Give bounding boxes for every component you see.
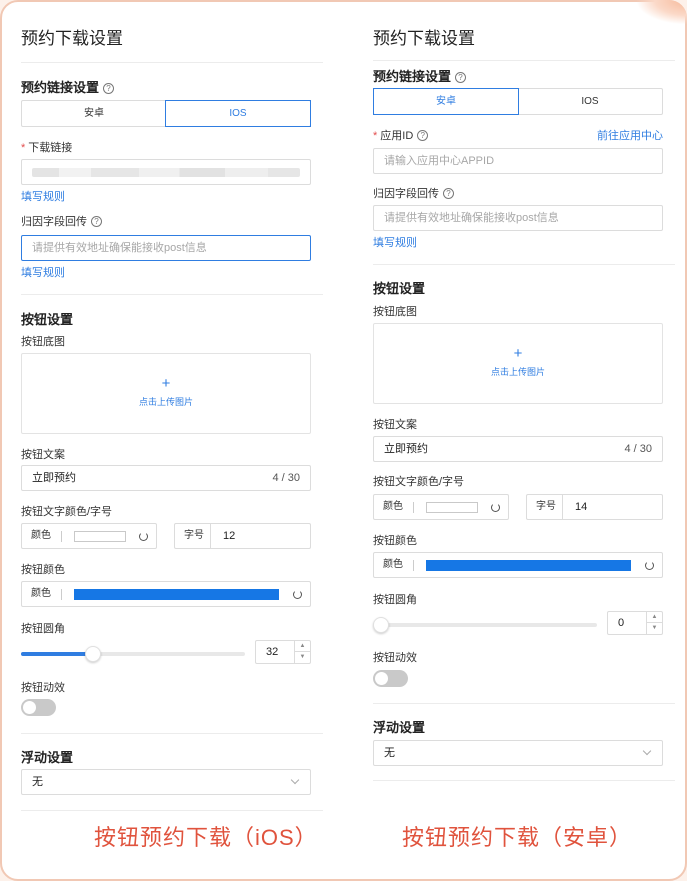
button-text-input[interactable]: 立即预约 4 / 30 [21,465,311,491]
color-swatch [74,531,126,542]
animation-label: 按钮动效 [373,652,417,664]
button-settings-heading: 按钮设置 [373,281,426,296]
radius-slider[interactable] [21,646,245,662]
radius-stepper[interactable]: 0 ▲ ▼ [607,611,663,635]
android-caption: 按钮预约下载（安卓） [402,825,633,850]
reset-icon[interactable] [293,590,302,599]
reset-icon[interactable] [645,561,654,570]
radius-label: 按钮圆角 [21,623,65,635]
radius-stepper[interactable]: 32 ▲ ▼ [255,640,311,664]
divider [373,780,675,781]
ios-caption: 按钮预约下载（iOS） [94,825,318,850]
button-color-picker[interactable]: 颜色 [21,581,311,607]
char-counter: 4 / 30 [624,443,652,455]
fill-rules-link[interactable]: 填写规则 [21,188,65,204]
help-icon[interactable]: ? [91,216,102,227]
divider [373,703,675,704]
attribution-label: 归因字段回传? [21,213,102,229]
button-bg-label: 按钮底图 [373,306,417,318]
float-settings-heading: 浮动设置 [373,720,426,735]
fill-rules-link[interactable]: 填写规则 [373,234,417,250]
help-icon[interactable]: ? [443,188,454,199]
slider-thumb[interactable] [373,617,389,633]
help-icon[interactable]: ? [103,83,115,94]
tab-ios[interactable]: IOS [165,100,311,127]
font-color-picker[interactable]: 颜色 [21,523,157,549]
button-color-label: 按钮颜色 [373,535,417,547]
button-text-label: 按钮文案 [373,419,417,431]
chevron-down-icon [642,746,652,756]
radius-slider[interactable] [373,617,597,633]
app-center-link[interactable]: 前往应用中心 [597,127,663,143]
chevron-down-icon [290,775,300,785]
help-icon[interactable]: ? [455,72,467,83]
radius-label: 按钮圆角 [373,594,417,606]
button-bg-label: 按钮底图 [21,336,65,348]
float-settings-heading: 浮动设置 [21,750,74,765]
link-settings-heading: 预约链接设置? [373,66,467,85]
app-id-input[interactable]: 请输入应用中心APPID [373,148,663,174]
panel-title: 预约下载设置 [373,29,475,48]
panel-title: 预约下载设置 [21,29,123,48]
font-color-size-label: 按钮文字颜色/字号 [21,506,113,518]
font-size-input[interactable]: 字号 14 [526,494,663,520]
attribution-input[interactable]: 请提供有效地址确保能接收post信息 [21,235,311,261]
float-select[interactable]: 无 [21,769,311,795]
required-mark: * [21,142,26,154]
button-color-picker[interactable]: 颜色 [373,552,663,578]
platform-tabs: 安卓 IOS [21,100,311,127]
platform-tabs: 安卓 IOS [373,88,663,115]
slider-thumb[interactable] [84,646,101,662]
step-up-icon[interactable]: ▲ [295,641,310,652]
button-settings-heading: 按钮设置 [21,312,74,327]
button-color-label: 按钮颜色 [21,564,65,576]
upload-area[interactable]: + 点击上传图片 [21,353,311,434]
button-text-label: 按钮文案 [21,449,65,461]
corner-decoration [637,0,687,24]
upload-text: 点击上传图片 [138,397,193,407]
tab-android[interactable]: 安卓 [22,101,166,126]
tab-android[interactable]: 安卓 [373,88,519,115]
color-swatch [74,589,279,600]
color-swatch [426,502,478,513]
animation-toggle[interactable] [21,699,56,716]
font-color-picker[interactable]: 颜色 [373,494,509,520]
step-down-icon[interactable]: ▼ [647,623,662,634]
font-size-input[interactable]: 字号 12 [174,523,311,549]
app-id-label: * 应用ID? [373,127,429,143]
help-icon[interactable]: ? [417,130,429,141]
slider-fill [21,652,93,656]
divider [373,264,675,265]
download-link-label: * 下载链接 [21,142,73,154]
reset-icon[interactable] [139,532,148,541]
required-mark: * [373,130,378,142]
divider [21,294,323,295]
divider [373,60,675,61]
divider [21,62,323,63]
link-settings-heading: 预约链接设置? [21,77,115,96]
step-down-icon[interactable]: ▼ [295,652,310,663]
color-swatch [426,560,631,571]
char-counter: 4 / 30 [272,472,300,484]
plus-icon: + [161,375,171,392]
divider [21,733,323,734]
attribution-input[interactable]: 请提供有效地址确保能接收post信息 [373,205,663,231]
upload-area[interactable]: + 点击上传图片 [373,323,663,404]
animation-toggle[interactable] [373,670,408,687]
divider [21,810,323,811]
float-select[interactable]: 无 [373,740,663,766]
attribution-label: 归因字段回传? [373,185,454,201]
step-up-icon[interactable]: ▲ [647,612,662,623]
fill-rules-link[interactable]: 填写规则 [21,264,65,280]
upload-text: 点击上传图片 [490,367,545,377]
reset-icon[interactable] [491,503,500,512]
animation-label: 按钮动效 [21,682,65,694]
font-color-size-label: 按钮文字颜色/字号 [373,476,465,488]
tab-ios[interactable]: IOS [518,89,662,114]
plus-icon: + [513,345,523,362]
promo-frame: 预约下载设置 预约链接设置? 安卓 IOS * 下载链接 填写规则 归因字段回传?… [0,0,687,881]
button-text-input[interactable]: 立即预约 4 / 30 [373,436,663,462]
blurred-value [32,168,300,177]
download-link-input[interactable] [21,159,311,185]
